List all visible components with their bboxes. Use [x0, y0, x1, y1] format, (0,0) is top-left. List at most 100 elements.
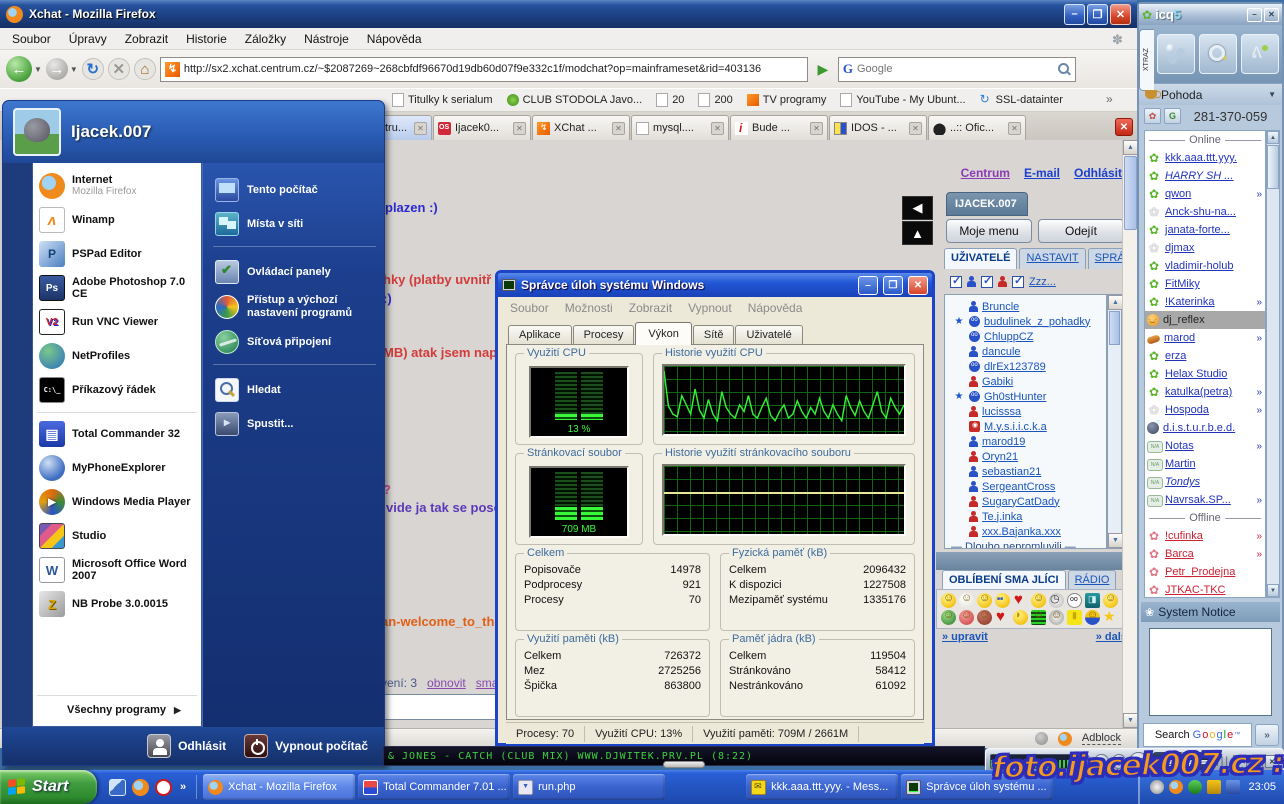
system-notice-bar[interactable]: ❀ System Notice — [1141, 602, 1280, 622]
contact-name[interactable]: vladimir-holub — [1165, 260, 1233, 272]
scroll-down-icon[interactable]: ▼ — [1123, 713, 1138, 728]
smiley-icon[interactable] — [959, 593, 974, 608]
firefox-status-icon[interactable] — [1058, 732, 1072, 746]
search-bar[interactable]: G — [838, 57, 1076, 82]
more-icon[interactable]: » — [1256, 189, 1263, 200]
scroll-up-icon[interactable]: ▲ — [1123, 140, 1138, 155]
maximize-button[interactable]: ❐ — [883, 276, 903, 295]
user-name[interactable]: Gh0stHunter — [984, 391, 1046, 403]
user-name[interactable]: Te.j.inka — [982, 511, 1022, 523]
icq-contact[interactable]: Navrsak.SP... » — [1145, 491, 1265, 509]
more-icon[interactable]: » — [1256, 531, 1263, 542]
chat-user-row[interactable]: SergeantCross — [945, 479, 1106, 494]
menu-item[interactable]: Nápověda — [742, 299, 809, 317]
tab-close-icon[interactable]: ✕ — [414, 122, 427, 135]
bookmark-item[interactable]: Titulky k serialum — [392, 93, 493, 107]
smiley-icon[interactable] — [1103, 593, 1118, 608]
url-input[interactable] — [184, 63, 803, 75]
smiley-icon[interactable] — [1031, 610, 1046, 625]
icq-contact[interactable]: djmax — [1145, 239, 1265, 257]
icq-contact[interactable]: janata-forte... — [1145, 221, 1265, 239]
icq-contact[interactable]: !Katerinka » — [1145, 293, 1265, 311]
user-name[interactable]: sebastian21 — [982, 466, 1041, 478]
icq-contact[interactable]: Anck-shu-na... — [1145, 203, 1265, 221]
start-menu-item[interactable]: Internet Mozilla Firefox — [37, 169, 197, 203]
browser-tab[interactable]: XChat ... ✕ — [532, 115, 630, 140]
winamp-handle[interactable] — [663, 761, 705, 768]
contact-name[interactable]: erza — [1165, 350, 1186, 362]
edit-smileys-link[interactable]: » upravit — [942, 631, 988, 643]
my-menu-button[interactable]: Moje menu — [946, 219, 1032, 243]
start-menu-item[interactable]: Síťová připojení — [213, 325, 376, 365]
chat-user-row[interactable]: Oryn21 — [945, 449, 1106, 464]
icq-contact[interactable]: d.i.s.t.u.r.b.e.d. — [1145, 419, 1265, 437]
contact-name[interactable]: qwon — [1165, 188, 1191, 200]
search-icon[interactable] — [1058, 63, 1071, 76]
contact-name[interactable]: !Katerinka — [1165, 296, 1215, 308]
filter-checkbox[interactable] — [981, 276, 993, 288]
contact-name[interactable]: kkk.aaa.ttt.yyy. — [1165, 152, 1237, 164]
contact-name[interactable]: Martin — [1165, 458, 1196, 470]
more-icon[interactable]: » — [1256, 405, 1263, 416]
tray-icon[interactable] — [1207, 780, 1221, 794]
stop-button[interactable]: ✕ — [108, 58, 130, 80]
start-menu-item[interactable]: Run VNC Viewer — [37, 305, 197, 339]
task-manager-tab[interactable]: Sítě — [693, 325, 735, 344]
icq-contact[interactable]: Martin — [1145, 455, 1265, 473]
browser-tab[interactable]: IDOS - ... ✕ — [829, 115, 927, 140]
menu-item[interactable]: Vypnout — [682, 299, 738, 317]
icq-contact[interactable]: dj_reflex — [1145, 311, 1265, 329]
tab-close-icon[interactable]: ✕ — [810, 122, 823, 135]
scroll-thumb[interactable] — [1267, 145, 1279, 189]
firefox-quicklaunch-icon[interactable] — [132, 779, 149, 796]
icq-contact[interactable]: Hospoda » — [1145, 401, 1265, 419]
start-menu-item[interactable]: Místa v síti — [213, 207, 376, 247]
back-button[interactable]: ← — [6, 56, 32, 82]
task-manager-tab[interactable]: Uživatelé — [735, 325, 802, 344]
icq-contact[interactable]: Barca » — [1145, 545, 1265, 563]
user-name[interactable]: ChluppCZ — [984, 331, 1034, 343]
chat-user-row[interactable]: Te.j.inka — [945, 509, 1106, 524]
menu-item[interactable]: Historie — [178, 29, 235, 49]
show-desktop-icon[interactable] — [109, 779, 126, 796]
leave-button[interactable]: Odejít — [1038, 219, 1124, 243]
icq-contact[interactable]: Helax Studio — [1145, 365, 1265, 383]
start-menu-item[interactable]: Winamp — [37, 203, 197, 237]
smiley-icon[interactable] — [1085, 593, 1100, 608]
filter-checkbox[interactable] — [1012, 276, 1024, 288]
user-list-scrollbar[interactable]: ▲ ▼ — [1107, 294, 1122, 549]
icq-contact[interactable]: vladimir-holub — [1145, 257, 1265, 275]
more-icon[interactable]: » — [1256, 441, 1263, 452]
contact-name[interactable]: Navrsak.SP... — [1165, 494, 1231, 506]
chat-top-button[interactable]: ▲ — [902, 221, 933, 245]
start-menu-item[interactable]: MyPhoneExplorer — [37, 451, 197, 485]
icq-status-row[interactable]: Pohoda ▼ — [1139, 83, 1282, 105]
minimize-button[interactable]: – — [858, 276, 878, 295]
smiley-icon[interactable] — [1067, 593, 1082, 608]
chat-user-row[interactable]: Bruncle — [945, 299, 1106, 314]
email-link[interactable]: E-mail — [1024, 166, 1060, 180]
chat-user-row[interactable]: dlrEx123789 — [945, 359, 1106, 374]
icq-contact[interactable]: katulka(petra) » — [1145, 383, 1265, 401]
browser-scrollbar[interactable]: ▲ ▼ — [1122, 140, 1137, 728]
task-manager-tab[interactable]: Procesy — [573, 325, 635, 344]
bookmarks-overflow-icon[interactable]: » — [1106, 92, 1113, 106]
more-icon[interactable]: » — [1256, 297, 1263, 308]
contact-name[interactable]: Anck-shu-na... — [1165, 206, 1236, 218]
chat-user-row[interactable]: xxx.Bajanka.xxx — [945, 524, 1106, 539]
task-manager-titlebar[interactable]: Správce úloh systému Windows – ❐ ✕ — [498, 273, 932, 297]
shut-down-button[interactable]: Vypnout počítač — [244, 734, 368, 758]
extension-icon[interactable]: ✽ — [1112, 32, 1123, 48]
start-menu-item[interactable]: Adobe Photoshop 7.0 CE — [37, 271, 197, 305]
winamp-title-bar[interactable]: & JONES - CATCH (CLUB MIX) WWW.DJWITEK.P… — [383, 746, 985, 766]
smiley-icon[interactable] — [1049, 610, 1064, 625]
start-button[interactable]: Start — [0, 770, 97, 804]
start-menu-item[interactable]: PSPad Editor — [37, 237, 197, 271]
close-tab-button[interactable]: ✕ — [1115, 118, 1133, 136]
start-menu-item[interactable]: Přístup a výchozí nastavení programů — [213, 289, 376, 325]
filter-checkbox[interactable] — [950, 276, 962, 288]
smiley-icon[interactable] — [1067, 610, 1082, 625]
start-menu-item[interactable]: Studio — [37, 519, 197, 553]
centrum-link[interactable]: Centrum — [961, 166, 1010, 180]
scroll-up-icon[interactable]: ▲ — [1108, 295, 1123, 310]
